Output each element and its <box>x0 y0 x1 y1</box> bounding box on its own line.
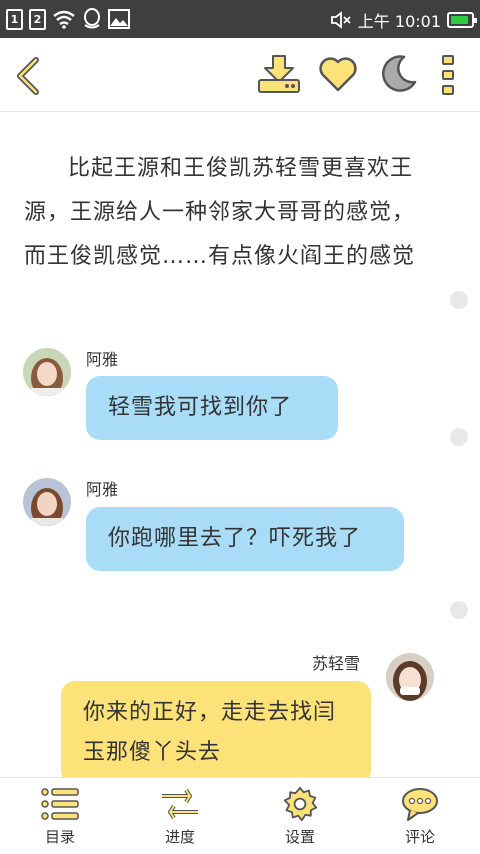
back-icon[interactable] <box>14 56 42 96</box>
avatar[interactable] <box>23 348 71 396</box>
nav-label: 设置 <box>284 828 315 846</box>
nav-label: 进度 <box>164 828 195 846</box>
nav-label: 目录 <box>44 828 75 846</box>
nav-progress[interactable]: 进度 <box>120 778 240 854</box>
message-bubble: 你跑哪里去了？吓死我了 <box>86 507 404 571</box>
comment-dot[interactable] <box>450 291 468 309</box>
battery-icon <box>447 12 477 28</box>
message-bubble: 你来的正好，走走去找闫玉那傻丫头去 <box>61 681 371 777</box>
avatar[interactable] <box>23 478 71 526</box>
sim2-icon: 2 <box>29 8 46 30</box>
status-bar: 1 2 上午 10:01 <box>0 0 480 38</box>
nav-comments[interactable]: 评论 <box>360 778 480 854</box>
speaker-name: 苏轻雪 <box>312 654 361 673</box>
nav-settings[interactable]: 设置 <box>240 778 360 854</box>
download-icon[interactable] <box>257 54 301 94</box>
settings-gear-icon <box>283 786 318 822</box>
image-icon <box>108 9 130 29</box>
wifi-icon <box>53 10 75 29</box>
catalog-list-icon <box>41 788 79 820</box>
progress-arrows-icon <box>162 788 198 820</box>
more-icon[interactable] <box>440 54 456 96</box>
narration-paragraph: 比起王源和王俊凯苏轻雪更喜欢王源，王源给人一种邻家大哥哥的感觉，而王俊凯感觉……… <box>24 156 416 269</box>
night-mode-moon-icon[interactable] <box>378 54 418 94</box>
avatar[interactable] <box>386 653 434 701</box>
status-bar-right: 上午 10:01 <box>330 8 477 32</box>
story-content: 比起王源和王俊凯苏轻雪更喜欢王源，王源给人一种邻家大哥哥的感觉，而王俊凯感觉……… <box>0 113 480 777</box>
nav-label: 评论 <box>404 828 435 846</box>
bottom-nav: 目录 进度 设置 评论 <box>0 777 480 854</box>
clock: 上午 10:01 <box>357 12 441 31</box>
qq-icon <box>84 8 100 29</box>
mute-icon <box>330 11 351 29</box>
nav-catalog[interactable]: 目录 <box>0 778 120 854</box>
comment-dot[interactable] <box>450 601 468 619</box>
reader-toolbar <box>0 38 480 112</box>
speaker-name: 阿雅 <box>86 350 119 369</box>
favorite-heart-icon[interactable] <box>318 56 358 92</box>
speaker-name: 阿雅 <box>86 480 119 499</box>
sim1-icon: 1 <box>6 8 23 30</box>
status-bar-left: 1 2 <box>6 8 130 30</box>
message-bubble: 轻雪我可找到你了 <box>86 376 338 440</box>
comment-bubble-icon <box>402 788 438 821</box>
comment-dot[interactable] <box>450 428 468 446</box>
